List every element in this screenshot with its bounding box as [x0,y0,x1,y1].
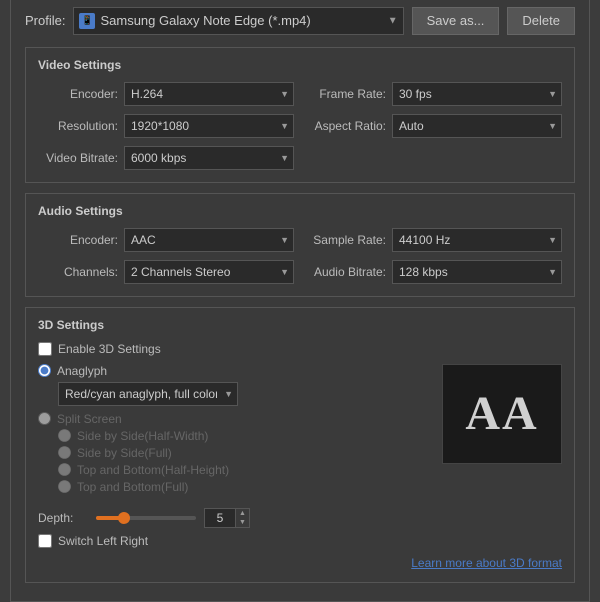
audio-bitrate-select[interactable]: 128 kbps [392,260,562,284]
anaglyph-select[interactable]: Red/cyan anaglyph, full color [58,382,238,406]
audio-settings-title: Audio Settings [38,204,562,218]
anaglyph-select-wrap: Red/cyan anaglyph, full color ▼ [58,382,238,406]
top-bottom-full-row: Top and Bottom(Full) [58,480,432,494]
depth-number-input[interactable] [205,509,235,527]
three-d-content: Anaglyph Red/cyan anaglyph, full color ▼ [38,364,562,500]
top-bottom-half-radio[interactable] [58,463,71,476]
video-settings-grid: Encoder: H.264 ▼ Frame Rate: 30 fps [38,82,562,170]
profile-device-icon: 📱 [79,13,95,29]
profile-select-wrap: 📱 Samsung Galaxy Note Edge (*.mp4) ▼ [73,7,403,35]
resolution-row: Resolution: 1920*1080 ▼ [38,114,294,138]
three-d-settings-title: 3D Settings [38,318,562,332]
audio-bitrate-row: Audio Bitrate: 128 kbps ▼ [306,260,562,284]
top-bottom-half-row: Top and Bottom(Half-Height) [58,463,432,477]
save-as-button[interactable]: Save as... [412,7,500,35]
side-by-side-full-radio[interactable] [58,446,71,459]
anaglyph-select-wrap-outer: Red/cyan anaglyph, full color ▼ [58,382,432,406]
top-bottom-full-label: Top and Bottom(Full) [77,480,188,494]
enable-3d-row: Enable 3D Settings [38,342,562,356]
depth-row: Depth: ▲ ▼ [38,508,562,528]
video-bitrate-label: Video Bitrate: [38,151,118,165]
depth-slider-track [96,516,196,520]
audio-bitrate-label: Audio Bitrate: [306,265,386,279]
learn-more-link[interactable]: Learn more about 3D format [411,556,562,570]
video-bitrate-row: Video Bitrate: 6000 kbps ▼ [38,146,294,170]
side-by-side-full-label: Side by Side(Full) [77,446,172,460]
top-bottom-full-radio[interactable] [58,480,71,493]
split-screen-section: Split Screen Side by Side(Half-Width) Si… [38,412,432,494]
split-screen-label: Split Screen [57,412,122,426]
learn-more-row: Learn more about 3D format [38,556,562,570]
three-d-preview: AA [442,364,562,464]
aspect-ratio-select[interactable]: Auto [392,114,562,138]
side-by-side-half-label: Side by Side(Half-Width) [77,429,208,443]
depth-up-button[interactable]: ▲ [236,509,249,518]
side-by-side-half-row: Side by Side(Half-Width) [58,429,432,443]
enable-3d-label: Enable 3D Settings [58,342,161,356]
switch-lr-label: Switch Left Right [58,534,148,548]
profile-label: Profile: [25,13,65,28]
sample-rate-select-wrap: 44100 Hz ▼ [392,228,562,252]
depth-slider-wrap[interactable] [96,509,196,527]
profile-settings-dialog: Profile Settings × Profile: 📱 Samsung Ga… [10,0,590,602]
resolution-label: Resolution: [38,119,118,133]
enable-3d-checkbox[interactable] [38,342,52,356]
side-by-side-half-radio[interactable] [58,429,71,442]
anaglyph-radio-row: Anaglyph [38,364,432,378]
frame-rate-select-wrap: 30 fps ▼ [392,82,562,106]
depth-label: Depth: [38,511,88,525]
dialog-content: Profile: 📱 Samsung Galaxy Note Edge (*.m… [11,0,589,601]
three-d-left-panel: Anaglyph Red/cyan anaglyph, full color ▼ [38,364,432,500]
frame-rate-row: Frame Rate: 30 fps ▼ [306,82,562,106]
encoder-select-wrap: H.264 ▼ [124,82,294,106]
sample-rate-label: Sample Rate: [306,233,386,247]
depth-number-wrap: ▲ ▼ [204,508,250,528]
depth-down-button[interactable]: ▼ [236,518,249,527]
split-screen-radio[interactable] [38,412,51,425]
video-bitrate-select[interactable]: 6000 kbps [124,146,294,170]
encoder-label: Encoder: [38,87,118,101]
audio-settings-section: Audio Settings Encoder: AAC ▼ Sample Rat… [25,193,575,297]
resolution-select-wrap: 1920*1080 ▼ [124,114,294,138]
audio-encoder-select[interactable]: AAC [124,228,294,252]
audio-bitrate-select-wrap: 128 kbps ▼ [392,260,562,284]
three-d-settings-section: 3D Settings Enable 3D Settings Anaglyph [25,307,575,583]
aspect-ratio-row: Aspect Ratio: Auto ▼ [306,114,562,138]
split-screen-sub-options: Side by Side(Half-Width) Side by Side(Fu… [58,429,432,494]
anaglyph-section: Anaglyph Red/cyan anaglyph, full color ▼ [38,364,432,406]
delete-button[interactable]: Delete [507,7,575,35]
channels-select-wrap: 2 Channels Stereo ▼ [124,260,294,284]
preview-text: AA [465,386,538,441]
sample-rate-row: Sample Rate: 44100 Hz ▼ [306,228,562,252]
encoder-select[interactable]: H.264 [124,82,294,106]
side-by-side-full-row: Side by Side(Full) [58,446,432,460]
audio-encoder-label: Encoder: [38,233,118,247]
frame-rate-label: Frame Rate: [306,87,386,101]
switch-lr-checkbox[interactable] [38,534,52,548]
split-screen-radio-row: Split Screen [38,412,432,426]
audio-settings-grid: Encoder: AAC ▼ Sample Rate: 44100 Hz [38,228,562,284]
aspect-ratio-label: Aspect Ratio: [306,119,386,133]
profile-select[interactable]: Samsung Galaxy Note Edge (*.mp4) [73,7,403,35]
depth-arrows: ▲ ▼ [235,509,249,527]
top-bottom-half-label: Top and Bottom(Half-Height) [77,463,229,477]
resolution-select[interactable]: 1920*1080 [124,114,294,138]
video-settings-section: Video Settings Encoder: H.264 ▼ Frame Ra… [25,47,575,183]
anaglyph-label: Anaglyph [57,364,107,378]
aspect-ratio-select-wrap: Auto ▼ [392,114,562,138]
profile-row: Profile: 📱 Samsung Galaxy Note Edge (*.m… [25,7,575,35]
video-bitrate-select-wrap: 6000 kbps ▼ [124,146,294,170]
channels-select[interactable]: 2 Channels Stereo [124,260,294,284]
depth-slider-thumb[interactable] [118,512,130,524]
video-settings-title: Video Settings [38,58,562,72]
frame-rate-select[interactable]: 30 fps [392,82,562,106]
channels-row: Channels: 2 Channels Stereo ▼ [38,260,294,284]
sample-rate-select[interactable]: 44100 Hz [392,228,562,252]
audio-encoder-select-wrap: AAC ▼ [124,228,294,252]
channels-label: Channels: [38,265,118,279]
anaglyph-radio[interactable] [38,364,51,377]
audio-encoder-row: Encoder: AAC ▼ [38,228,294,252]
switch-lr-row: Switch Left Right [38,534,562,548]
encoder-row: Encoder: H.264 ▼ [38,82,294,106]
